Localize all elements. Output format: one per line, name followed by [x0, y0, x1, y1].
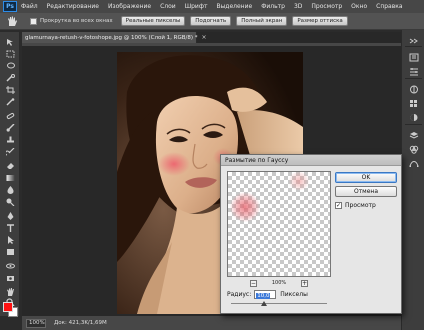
lasso-tool-icon[interactable] — [5, 62, 15, 70]
radius-row: Радиус: 10,0 Пикселы — [227, 290, 311, 299]
adjustments-panel-icon[interactable] — [408, 112, 419, 122]
photoshop-logo: Ps — [3, 1, 17, 12]
menu-image[interactable]: Изображение — [108, 3, 151, 10]
zoom-level-field[interactable]: 100% — [26, 318, 46, 328]
eyedropper-tool-icon[interactable] — [5, 98, 15, 106]
history-panel-icon[interactable] — [408, 52, 419, 62]
rectangle-tool-icon[interactable] — [5, 248, 15, 256]
zoom-out-button[interactable]: − — [249, 279, 257, 287]
radius-unit-label: Пикселы — [280, 291, 308, 298]
actual-pixels-button[interactable]: Реальные пикселы — [120, 16, 186, 26]
preview-blush-spot — [230, 192, 260, 222]
eraser-tool-icon[interactable] — [5, 162, 15, 170]
filter-preview-window[interactable] — [227, 171, 331, 277]
collapse-panels-icon[interactable] — [408, 36, 419, 46]
preview-checkbox[interactable]: ✓ — [335, 202, 342, 209]
type-tool-icon[interactable] — [5, 224, 15, 232]
radius-value: 10,0 — [256, 293, 271, 299]
path-selection-tool-icon[interactable] — [5, 236, 15, 244]
document-info[interactable]: Док: 421,3K/1,69M — [54, 320, 107, 326]
scroll-all-windows-checkbox[interactable] — [30, 17, 37, 25]
tool-preset-picker[interactable] — [4, 15, 20, 27]
fill-screen-button[interactable]: Полный экран — [236, 16, 288, 26]
fit-screen-button[interactable]: Подогнать — [190, 16, 232, 26]
menu-bar: Ps Файл Редактирование Изображение Слои … — [0, 0, 424, 13]
menu-3d[interactable]: 3D — [294, 3, 302, 10]
right-panel-dock — [401, 30, 424, 330]
3d-rotate-tool-icon[interactable] — [5, 262, 15, 270]
properties-panel-icon[interactable] — [408, 66, 419, 76]
menu-select[interactable]: Выделение — [216, 3, 252, 10]
marquee-tool-icon[interactable] — [5, 50, 15, 58]
status-bar: 100% Док: 421,3K/1,69M — [22, 316, 401, 330]
quick-selection-tool-icon[interactable] — [5, 74, 15, 82]
color-panel-icon[interactable] — [408, 84, 419, 94]
menu-type[interactable]: Шрифт — [185, 3, 208, 10]
tools-panel — [0, 32, 20, 316]
document-tab[interactable]: glamurnaya-retush-v-fotoshope.jpg @ 100%… — [22, 32, 207, 43]
crop-tool-icon[interactable] — [5, 86, 15, 94]
layers-panel-icon[interactable] — [408, 130, 419, 140]
ok-button[interactable]: OK — [335, 172, 397, 183]
hand-tool-icon — [8, 16, 17, 26]
preview-checkbox-row[interactable]: ✓ Просмотр — [335, 202, 376, 209]
paths-panel-icon[interactable] — [408, 158, 419, 168]
menu-filter[interactable]: Фильтр — [261, 3, 285, 10]
print-size-button[interactable]: Размер оттиска — [292, 16, 348, 26]
close-icon[interactable]: × — [202, 34, 207, 41]
dialog-title[interactable]: Размытие по Гауссу — [221, 155, 401, 166]
brush-tool-icon[interactable] — [5, 124, 15, 132]
gradient-tool-icon[interactable] — [5, 174, 15, 182]
clone-stamp-tool-icon[interactable] — [5, 136, 15, 144]
pen-tool-icon[interactable] — [5, 212, 15, 220]
preview-blush-spot — [288, 172, 310, 190]
history-brush-tool-icon[interactable] — [5, 148, 15, 156]
preview-zoom-value: 100% — [271, 280, 287, 286]
menu-edit[interactable]: Редактирование — [47, 3, 99, 10]
preview-zoom-controls: − 100% + — [227, 279, 331, 287]
3d-camera-tool-icon[interactable] — [5, 274, 15, 282]
scroll-all-windows-label: Прокрутка во всех окнах — [40, 18, 113, 24]
menu-layers[interactable]: Слои — [160, 3, 176, 10]
healing-brush-tool-icon[interactable] — [5, 112, 15, 120]
cancel-button[interactable]: Отмена — [335, 186, 397, 197]
move-tool-icon[interactable] — [5, 38, 15, 46]
radius-slider-track[interactable] — [231, 303, 327, 304]
channels-panel-icon[interactable] — [408, 144, 419, 154]
foreground-color-swatch[interactable] — [3, 302, 13, 312]
menu-file[interactable]: Файл — [21, 3, 38, 10]
radius-slider-thumb[interactable] — [260, 301, 267, 306]
radius-input[interactable]: 10,0 — [254, 290, 277, 299]
preview-checkbox-label: Просмотр — [345, 202, 376, 209]
menu-window[interactable]: Окно — [351, 3, 367, 10]
blur-tool-icon[interactable] — [5, 186, 15, 194]
swatches-panel-icon[interactable] — [408, 98, 419, 108]
menu-help[interactable]: Справка — [376, 3, 402, 10]
document-header-strip — [22, 43, 401, 46]
hand-tool-icon[interactable] — [5, 288, 15, 296]
zoom-in-button[interactable]: + — [301, 279, 309, 287]
options-bar: Прокрутка во всех окнах Реальные пикселы… — [0, 13, 424, 30]
menu-view[interactable]: Просмотр — [311, 3, 342, 10]
radius-label: Радиус: — [227, 291, 252, 298]
document-tab-title: glamurnaya-retush-v-fotoshope.jpg @ 100%… — [25, 34, 198, 41]
gaussian-blur-dialog: Размытие по Гауссу − 100% + OK Отмена ✓ … — [220, 154, 402, 314]
dodge-tool-icon[interactable] — [5, 198, 15, 206]
